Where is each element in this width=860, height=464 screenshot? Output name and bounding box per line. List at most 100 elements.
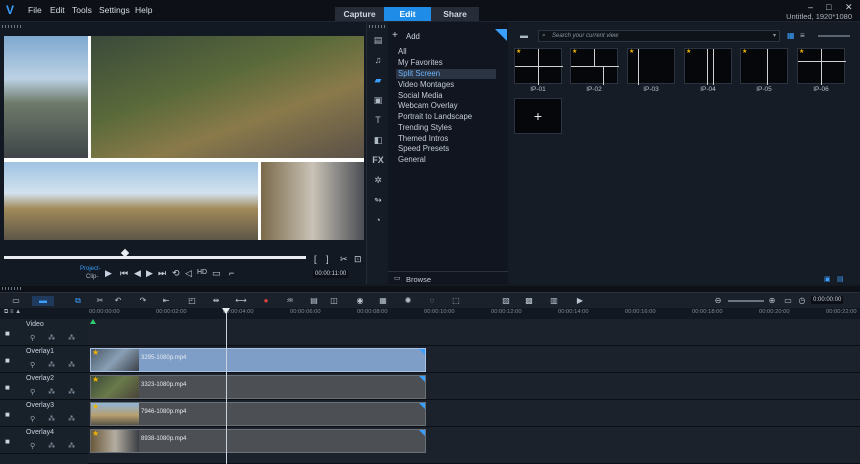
library-options-icon[interactable]: ▤ bbox=[837, 275, 844, 283]
chevron-down-icon[interactable]: ▾ bbox=[773, 32, 776, 39]
panel-grip[interactable] bbox=[2, 25, 22, 28]
prev-frame-icon[interactable]: ◀ bbox=[134, 268, 141, 279]
timeline-clip[interactable]: ★ 7946-1080p.mp4 bbox=[90, 402, 426, 426]
category-item[interactable]: Social Media bbox=[398, 91, 443, 101]
template-thumb[interactable]: ★ bbox=[740, 48, 788, 85]
mask-icon[interactable]: ◉ bbox=[354, 296, 366, 306]
preview-scrubber[interactable] bbox=[4, 256, 306, 259]
hd-label[interactable]: HD bbox=[197, 269, 207, 276]
storyboard-view-icon[interactable]: ▭ bbox=[10, 296, 22, 306]
category-item[interactable]: Portrait to Landscape bbox=[398, 112, 472, 122]
zoom-in-icon[interactable]: ⊕ bbox=[766, 296, 778, 306]
track-lane[interactable]: ★ 8938-1080p.mp4 bbox=[88, 427, 860, 464]
next-frame-icon[interactable]: ▶ bbox=[146, 268, 153, 279]
zoom-slider[interactable] bbox=[728, 300, 764, 302]
timeline-clip[interactable]: ★ 3295-1080p.mp4 bbox=[90, 348, 426, 372]
new-template-button[interactable]: + bbox=[514, 98, 562, 134]
music-icon[interactable]: ♫ bbox=[372, 54, 384, 66]
color-grading-icon[interactable]: ✺ bbox=[402, 296, 414, 306]
particle-icon[interactable]: ✲ bbox=[372, 174, 384, 186]
timeline-clip[interactable]: ★ 8938-1080p.mp4 bbox=[90, 429, 426, 453]
track-controls[interactable]: ⚲⁂⁂ bbox=[30, 334, 88, 342]
tab-capture[interactable]: Capture bbox=[335, 7, 384, 21]
category-item[interactable]: My Favorites bbox=[398, 58, 443, 68]
timeline-ruler[interactable]: ⧉ ≡ ▲ 00:00:00:00 00:00:02:00 00:00:04:0… bbox=[0, 308, 860, 319]
end-icon[interactable]: ⏭ bbox=[158, 268, 166, 279]
home-icon[interactable]: ⏮ bbox=[120, 268, 128, 279]
snapshot-icon[interactable]: ⊡ bbox=[354, 254, 362, 265]
panel-grip[interactable] bbox=[2, 287, 22, 290]
split-audio-icon[interactable]: ⇹ bbox=[210, 296, 222, 306]
clock-icon[interactable]: ◷ bbox=[796, 296, 808, 306]
audio-mixer-icon[interactable]: ♒ bbox=[284, 296, 296, 306]
library-view-icon[interactable]: ▣ bbox=[824, 275, 831, 283]
track-lane[interactable]: ★ 7946-1080p.mp4 bbox=[88, 400, 860, 427]
track-controls[interactable]: ⚲⁂⁂ bbox=[30, 361, 88, 369]
subtitle-icon[interactable]: ▤ bbox=[308, 296, 320, 306]
add-button[interactable]: Add bbox=[406, 32, 420, 41]
minimize-icon[interactable]: – bbox=[808, 2, 813, 12]
clip-mode-label[interactable]: Clip- bbox=[86, 274, 98, 280]
split-icon[interactable]: ✂ bbox=[340, 254, 348, 265]
preview-video[interactable] bbox=[4, 36, 364, 240]
speed-icon[interactable]: ◔ bbox=[372, 214, 384, 226]
track-lane[interactable]: ★ 3323-1080p.mp4 bbox=[88, 373, 860, 400]
fit-icon[interactable]: ◰ bbox=[186, 296, 198, 306]
mark-out-icon[interactable]: ] bbox=[326, 254, 329, 264]
tools-icon[interactable]: ✂ bbox=[94, 296, 106, 306]
search-input[interactable]: ⌕ Search your current view ▾ bbox=[538, 30, 780, 42]
crop-tool-icon[interactable]: ▨ bbox=[500, 296, 512, 306]
path-icon[interactable]: ↬ bbox=[372, 194, 384, 206]
playhead[interactable] bbox=[226, 308, 227, 464]
category-item-selected[interactable]: Split Screen bbox=[396, 69, 496, 79]
browse-icon[interactable]: ▭ bbox=[394, 274, 401, 282]
transition-icon[interactable]: ▣ bbox=[372, 94, 384, 106]
tab-edit[interactable]: Edit bbox=[384, 7, 431, 21]
graphics-icon[interactable]: ◧ bbox=[372, 134, 384, 146]
track-controls[interactable]: ⚲⁂⁂ bbox=[30, 415, 88, 423]
template-thumb[interactable]: ★ bbox=[684, 48, 732, 85]
menu-file[interactable]: File bbox=[28, 5, 42, 15]
aspect-icon[interactable]: ▭ bbox=[212, 268, 221, 279]
category-item[interactable]: Speed Presets bbox=[398, 144, 449, 154]
ruler-track-icon[interactable]: ⧉ ≡ ▲ bbox=[4, 309, 21, 316]
menu-edit[interactable]: Edit bbox=[50, 5, 65, 15]
menu-help[interactable]: Help bbox=[135, 5, 152, 15]
magnetic-icon[interactable]: ▥ bbox=[548, 296, 560, 306]
track-header[interactable]: ■ Overlay2 ⚲⁂⁂ bbox=[0, 373, 88, 400]
repeat-icon[interactable]: ⟲ bbox=[172, 268, 180, 279]
smart-guides-icon[interactable]: ▩ bbox=[523, 296, 535, 306]
track-lane[interactable]: ★ 3295-1080p.mp4 bbox=[88, 346, 860, 373]
mark-in-icon[interactable]: [ bbox=[314, 254, 317, 264]
chapter-icon[interactable]: ▦ bbox=[377, 296, 389, 306]
motion-icon[interactable]: ⟷ bbox=[235, 296, 247, 306]
template-thumb[interactable]: ★ bbox=[514, 48, 563, 85]
multicam-icon[interactable]: ◫ bbox=[328, 296, 340, 306]
folder-icon[interactable]: ▬ bbox=[520, 31, 528, 40]
category-item[interactable]: General bbox=[398, 155, 426, 165]
project-mode-label[interactable]: Project- bbox=[80, 266, 101, 272]
template-thumb[interactable]: ★ bbox=[627, 48, 675, 85]
fx-icon[interactable]: FX bbox=[372, 154, 384, 166]
redo-icon[interactable]: ↷ bbox=[137, 296, 149, 306]
title-icon[interactable]: T bbox=[372, 114, 384, 126]
volume-icon[interactable]: ◁ bbox=[185, 268, 192, 279]
track-header[interactable]: ■ Overlay4 ⚲⁂⁂ bbox=[0, 427, 88, 454]
zoom-out-icon[interactable]: ⊖ bbox=[712, 296, 724, 306]
list-view-icon[interactable]: ▦ bbox=[787, 31, 795, 40]
add-icon[interactable]: + bbox=[392, 30, 398, 41]
browse-button[interactable]: Browse bbox=[406, 275, 431, 284]
sort-icon[interactable]: ≡ bbox=[800, 31, 805, 40]
trim-icon[interactable]: ⇤ bbox=[160, 296, 172, 306]
template-thumb[interactable]: ★ bbox=[797, 48, 846, 85]
fit-project-icon[interactable]: ▭ bbox=[782, 296, 794, 306]
pan-zoom-icon[interactable]: ⬚ bbox=[450, 296, 462, 306]
panel-grip[interactable] bbox=[369, 25, 387, 28]
category-item[interactable]: Trending Styles bbox=[398, 123, 452, 133]
track-controls[interactable]: ⚲⁂⁂ bbox=[30, 442, 88, 450]
track-controls[interactable]: ⚲⁂⁂ bbox=[30, 388, 88, 396]
undo-icon[interactable]: ↶ bbox=[112, 296, 124, 306]
crop-icon[interactable]: ⌐ bbox=[229, 268, 234, 278]
preview-timecode[interactable]: 00:00:11:00 bbox=[313, 270, 349, 278]
timeline-view-icon[interactable]: ▬ bbox=[32, 296, 54, 306]
